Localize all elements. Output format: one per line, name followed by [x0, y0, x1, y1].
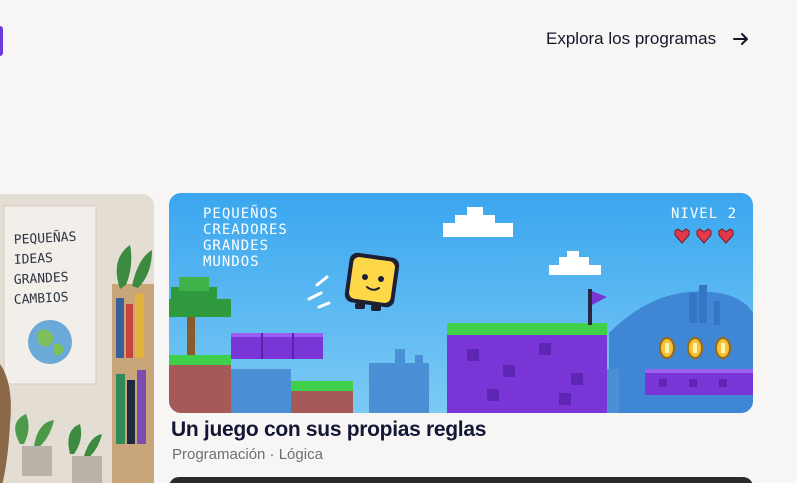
side-menu-tab[interactable] — [0, 26, 3, 56]
program-title[interactable]: Un juego con sus propias reglas — [171, 418, 486, 442]
poster-line-3: GRANDES — [13, 270, 69, 288]
arrow-right-icon — [733, 33, 749, 45]
explore-programs-link[interactable]: Explora los programas — [546, 29, 750, 49]
coin-shine — [721, 343, 725, 353]
poster-line-4: CAMBIOS — [13, 290, 69, 308]
level-label: NIVEL 2 — [671, 206, 737, 222]
featured-program-card[interactable]: PEQUEÑOS CREADORES GRANDES MUNDOS NIVEL … — [169, 193, 753, 413]
game-tagline-line-4: MUNDOS — [203, 254, 260, 270]
poster-line-2: IDEAS — [13, 251, 53, 268]
game-tagline-line-3: GRANDES — [203, 238, 269, 254]
poster-line-1: PEQUEÑAS — [13, 229, 76, 248]
classroom-photo: PEQUEÑAS IDEAS GRANDES CAMBIOS — [0, 194, 154, 483]
game-tagline-line-1: PEQUEÑOS — [203, 205, 278, 222]
coin-shine — [665, 343, 669, 353]
next-program-card[interactable] — [169, 477, 753, 483]
coins — [659, 337, 731, 359]
explore-programs-label: Explora los programas — [546, 29, 717, 48]
previous-program-card[interactable]: PEQUEÑAS IDEAS GRANDES CAMBIOS — [0, 194, 154, 483]
coin-shine — [693, 343, 697, 353]
program-meta: Programación · Lógica — [172, 446, 323, 463]
game-tagline-line-2: CREADORES — [203, 222, 288, 238]
pixel-game-illustration: PEQUEÑOS CREADORES GRANDES MUNDOS NIVEL … — [169, 193, 753, 413]
